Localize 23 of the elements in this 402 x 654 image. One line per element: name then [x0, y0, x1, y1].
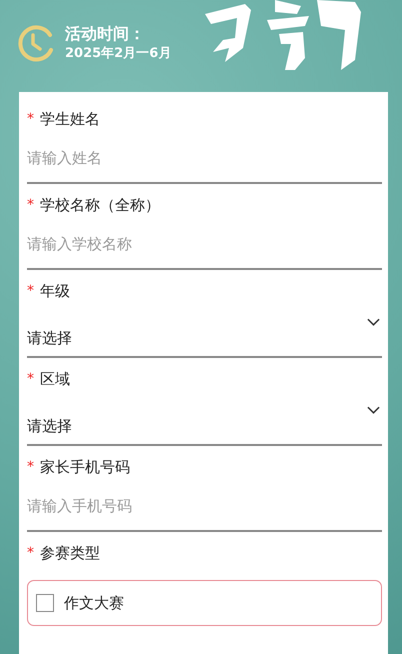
field-label: 年级 [40, 282, 70, 300]
field-label: 参赛类型 [40, 544, 100, 562]
input-field[interactable]: 请输入学校名称 [27, 220, 382, 270]
required-asterisk: * [27, 545, 34, 561]
activity-time-label: 活动时间： [65, 23, 146, 45]
field-label: 区域 [40, 370, 70, 388]
dropdown-field[interactable]: 请选择 [27, 306, 382, 358]
dropdown-field[interactable]: 请选择 [27, 394, 382, 446]
field-label: 学生姓名 [40, 110, 100, 128]
required-asterisk: * [27, 111, 34, 127]
required-asterisk: * [27, 459, 34, 475]
chevron-down-icon [367, 406, 380, 414]
checkbox[interactable] [36, 594, 54, 612]
required-asterisk: * [27, 283, 34, 299]
chevron-down-icon [367, 318, 380, 326]
input-field[interactable]: 请输入手机号码 [27, 482, 382, 532]
field-label: 家长手机号码 [40, 458, 130, 476]
activity-dates: 2025年2月一6月 [65, 45, 172, 63]
checkbox-option[interactable]: 作文大赛 [27, 580, 382, 626]
required-asterisk: * [27, 197, 34, 213]
required-asterisk: * [27, 371, 34, 387]
input-field[interactable]: 请输入姓名 [27, 134, 382, 184]
field-label: 学校名称（全称） [40, 196, 160, 214]
